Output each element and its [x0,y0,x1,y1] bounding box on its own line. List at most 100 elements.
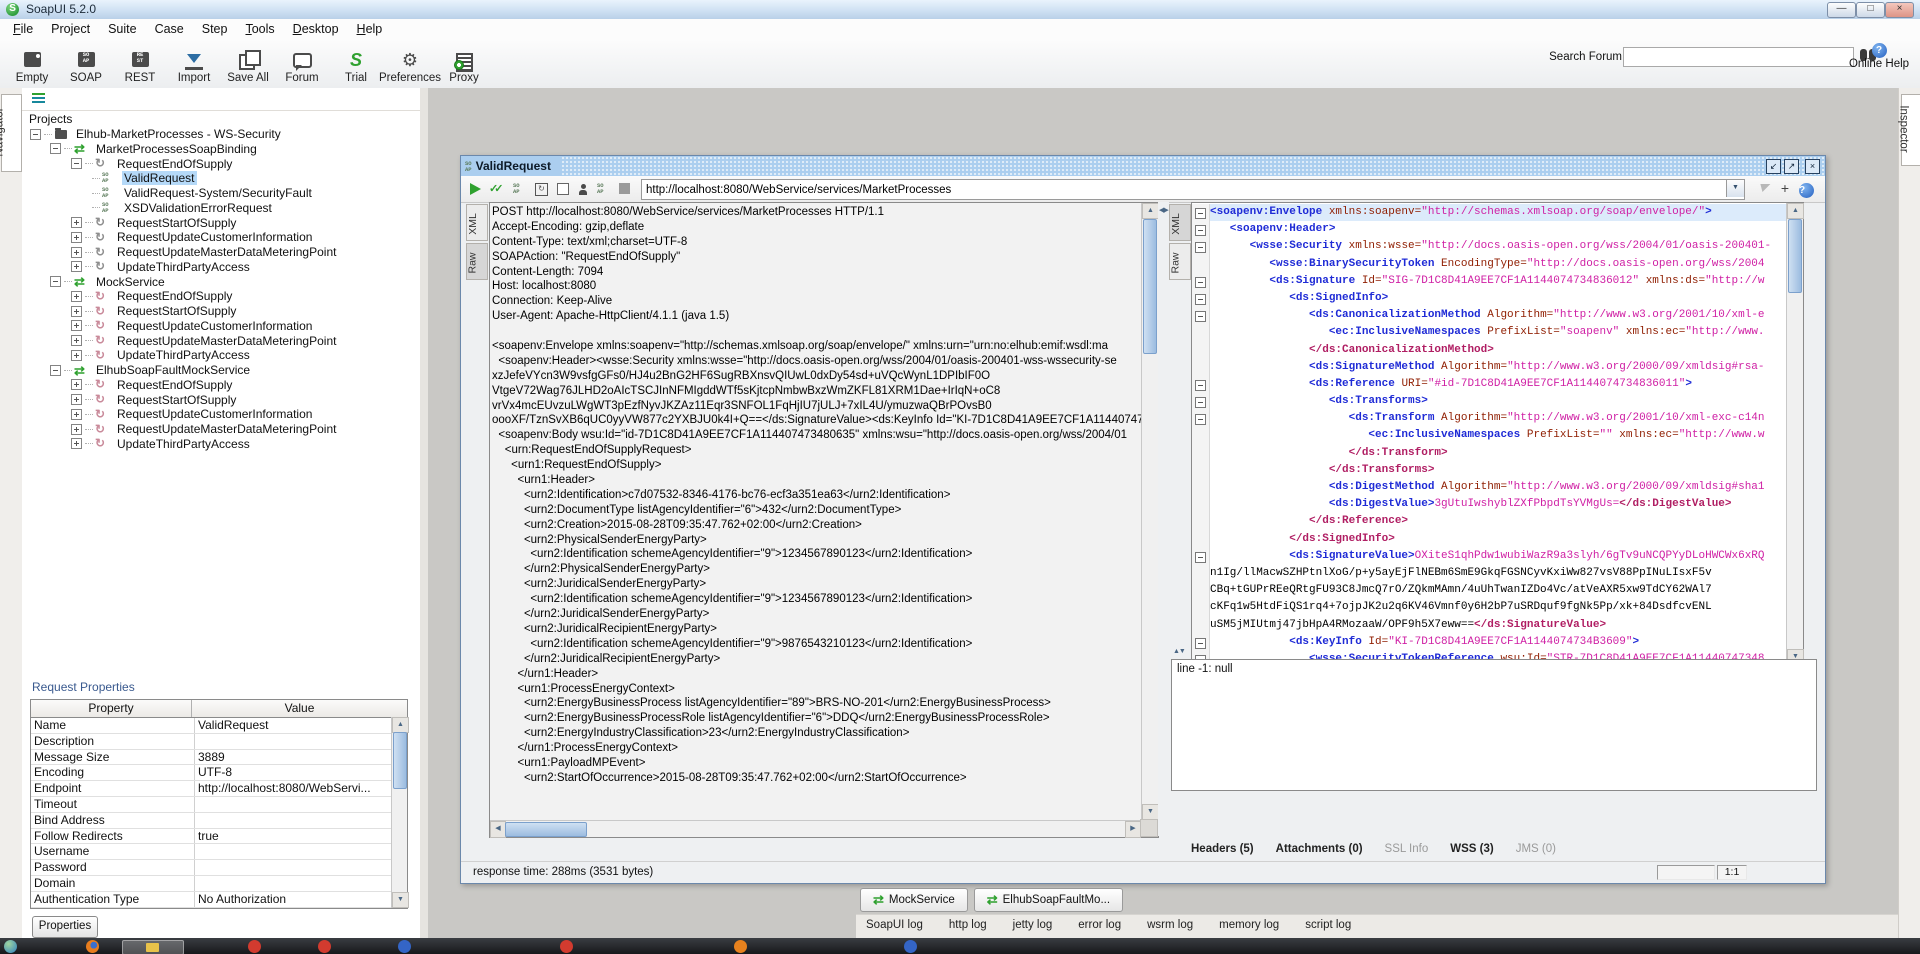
frame-titlebar[interactable]: SOAP ValidRequest ↙ ↗ × [461,156,1825,177]
log-tab-soapui-log[interactable]: SoapUI log [866,919,923,931]
tree-item[interactable]: ⇄MarketProcessesSoapBinding [22,142,420,157]
menu-file[interactable]: File [4,20,42,38]
toolbar-button-forum[interactable]: Forum [276,42,328,84]
tree-item[interactable]: ⇄ElhubSoapFaultMockService [22,363,420,378]
log-tab-memory-log[interactable]: memory log [1219,919,1279,931]
property-value[interactable]: ValidRequest [195,718,391,733]
tree-item[interactable]: ↻UpdateThirdPartyAccess [22,348,420,363]
menu-help[interactable]: Help [348,20,392,38]
taskbar-icon-orange[interactable] [734,940,747,953]
dock-button-elhubsoapfaultmo-[interactable]: ⇄ElhubSoapFaultMo... [974,888,1123,912]
expand-toggle-icon[interactable] [71,261,82,272]
fold-collapse-icon[interactable] [1195,414,1206,425]
add-endpoint-icon[interactable]: + [1777,181,1793,197]
tree-item[interactable]: ↻RequestEndOfSupply [22,289,420,304]
expand-toggle-icon[interactable] [71,158,82,169]
expand-toggle-icon[interactable] [71,394,82,405]
fold-margin[interactable] [1192,204,1210,682]
expand-toggle-icon[interactable] [71,379,82,390]
menu-case[interactable]: Case [146,20,193,38]
property-value[interactable] [195,844,391,859]
log-tab-jetty-log[interactable]: jetty log [1013,919,1053,931]
expand-toggle-icon[interactable] [71,232,82,243]
scrollbar-thumb[interactable] [505,822,587,837]
split-divider[interactable]: ◀▶ [1158,202,1169,836]
tree-item[interactable]: Projects [22,112,420,127]
property-value[interactable]: http://localhost:8080/WebServi... [195,781,391,796]
property-row[interactable]: Password [31,860,391,876]
property-value[interactable]: true [195,829,391,844]
recreate-request-icon[interactable]: ↻ [533,181,549,197]
windows-taskbar[interactable] [0,938,1920,954]
tree-item[interactable]: ↻RequestStartOfSupply [22,304,420,319]
frame-minimize-icon[interactable]: ↙ [1766,159,1781,174]
taskbar-icon-red[interactable] [318,940,331,953]
taskbar-button[interactable] [122,940,184,954]
properties-table-header[interactable]: Property Value [31,700,407,718]
tree-item[interactable]: ↻UpdateThirdPartyAccess [22,260,420,275]
frame-maximize-icon[interactable]: ↗ [1784,159,1799,174]
toolbar-button-save-all[interactable]: Save All [222,42,274,84]
property-row[interactable]: Message Size3889 [31,750,391,766]
scrollbar-thumb[interactable] [1788,219,1802,293]
property-row[interactable]: Description [31,734,391,750]
property-column-header[interactable]: Property [31,700,192,717]
property-row[interactable]: EncodingUTF-8 [31,765,391,781]
inspector-tab-wss-3-[interactable]: WSS (3) [1450,843,1493,855]
property-value[interactable]: No Authorization [195,892,391,907]
navigator-tab[interactable]: Navigator [1,94,22,172]
expand-toggle-icon[interactable] [50,143,61,154]
request-tab-xml[interactable]: XML [466,204,488,241]
fold-collapse-icon[interactable] [1195,552,1206,563]
property-row[interactable]: Username [31,844,391,860]
taskbar-icon-blue[interactable] [398,940,411,953]
validate-icon[interactable]: ✓✓ [489,181,505,197]
response-vscrollbar[interactable]: ▲ ▼ [1786,203,1803,665]
toolbar-button-preferences[interactable]: ⚙Preferences [384,42,436,84]
expand-toggle-icon[interactable] [71,217,82,228]
submit-request-icon[interactable] [467,181,483,197]
tree-item[interactable]: ↻RequestEndOfSupply [22,156,420,171]
inspector-tab-attachments-0-[interactable]: Attachments (0) [1276,843,1363,855]
log-tab-wsrm-log[interactable]: wsrm log [1147,919,1193,931]
property-row[interactable]: Domain [31,876,391,892]
tree-item[interactable]: SOAPXSDValidationErrorRequest [22,201,420,216]
minimize-button[interactable]: ― [1827,2,1856,18]
create-empty-icon[interactable] [555,181,571,197]
taskbar-icon-firefox[interactable] [86,940,99,953]
scroll-up-icon[interactable]: ▲ [1142,203,1159,219]
menu-desktop[interactable]: Desktop [284,20,348,38]
property-row[interactable]: Follow Redirectstrue [31,829,391,845]
tree-item[interactable]: ↻RequestStartOfSupply [22,392,420,407]
taskbar-icon-red[interactable] [248,940,261,953]
response-tab-xml[interactable]: XML [1169,204,1191,241]
toolbar-button-proxy[interactable]: Proxy [438,42,490,84]
fold-collapse-icon[interactable] [1195,380,1206,391]
endpoint-combobox[interactable]: ▼ [641,179,1745,200]
fold-collapse-icon[interactable] [1195,208,1206,219]
maximize-button[interactable]: □ [1856,2,1885,18]
endpoint-dropdown-icon[interactable]: ▼ [1726,180,1744,197]
inspector-tab[interactable]: Inspector [1901,94,1920,166]
tree-item[interactable]: ⇄MockService [22,274,420,289]
tree-item[interactable]: ↻RequestEndOfSupply [22,378,420,393]
response-xml-view[interactable]: <soapenv:Envelope xmlns:soapenv="http://… [1191,202,1804,683]
endpoint-url-input[interactable] [644,180,1718,199]
tree-item[interactable]: ↻RequestUpdateCustomerInformation [22,319,420,334]
tree-item[interactable]: ↻RequestUpdateCustomerInformation [22,407,420,422]
menu-suite[interactable]: Suite [99,20,146,38]
scroll-right-icon[interactable]: ▶ [1125,821,1141,838]
toolbar-button-import[interactable]: Import [168,42,220,84]
toolbar-button-soap[interactable]: SOAPSOAP [60,42,112,84]
properties-scrollbar[interactable]: ▲ ▼ [391,717,407,908]
tree-item[interactable]: ↻RequestUpdateCustomerInformation [22,230,420,245]
scroll-left-icon[interactable]: ◀ [490,821,506,838]
properties-button[interactable]: Properties [32,916,98,938]
scroll-up-icon[interactable]: ▲ [392,717,409,733]
taskbar-icon-gray[interactable] [4,940,17,953]
property-value[interactable] [195,860,391,875]
expand-toggle-icon[interactable] [71,424,82,435]
frame-help-icon[interactable]: ? [1799,182,1815,198]
expand-toggle-icon[interactable] [50,276,61,287]
tree-item[interactable]: ↻RequestUpdateMasterDataMeteringPoint [22,245,420,260]
